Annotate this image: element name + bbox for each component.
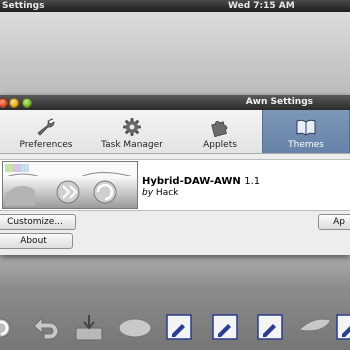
minimize-window-button[interactable] xyxy=(9,98,19,108)
undo-icon[interactable] xyxy=(30,314,62,340)
active-app-title: Settings xyxy=(2,1,45,11)
edit-icon[interactable] xyxy=(212,314,238,340)
settings-toolbar: Preferences Task Manager Applets Themes xyxy=(0,110,350,154)
tab-applets-label: Applets xyxy=(203,140,237,150)
window-title: Awn Settings xyxy=(245,97,313,107)
edit-icon[interactable] xyxy=(257,314,283,340)
customize-button[interactable]: Customize... xyxy=(0,214,76,230)
leaf-icon[interactable] xyxy=(297,314,333,336)
about-button[interactable]: About xyxy=(0,233,73,249)
themes-panel: Hybrid-DAW-AWN 1.1 by Hack Customize... … xyxy=(0,154,350,255)
background-window xyxy=(0,12,350,96)
book-icon xyxy=(296,119,316,136)
awn-dock xyxy=(0,312,350,350)
top-panel: Settings Wed 7:15 AM xyxy=(0,0,350,12)
refresh-icon[interactable] xyxy=(0,314,14,340)
tab-themes-label: Themes xyxy=(288,140,324,150)
theme-version: 1.1 xyxy=(244,176,261,187)
tab-preferences[interactable]: Preferences xyxy=(2,110,90,153)
theme-author-line: by Hack xyxy=(142,188,178,198)
gear-icon xyxy=(123,118,141,136)
window-titlebar[interactable]: Awn Settings xyxy=(0,95,350,110)
tab-task-manager-label: Task Manager xyxy=(101,140,163,150)
tab-themes[interactable]: Themes xyxy=(262,110,350,153)
apply-button[interactable]: Ap xyxy=(318,214,350,230)
theme-author: Hack xyxy=(155,188,179,198)
tab-task-manager[interactable]: Task Manager xyxy=(92,110,172,153)
theme-preview-image xyxy=(2,161,138,209)
theme-title: Hybrid-DAW-AWN 1.1 xyxy=(142,176,260,187)
panel-clock[interactable]: Wed 7:15 AM xyxy=(228,0,295,12)
tab-preferences-label: Preferences xyxy=(19,140,73,150)
mouse-icon[interactable] xyxy=(117,314,153,338)
theme-by-label: by xyxy=(142,188,154,198)
theme-list-item[interactable]: Hybrid-DAW-AWN 1.1 by Hack xyxy=(0,159,350,211)
edit-icon[interactable] xyxy=(166,314,192,340)
tab-applets[interactable]: Applets xyxy=(180,110,260,153)
close-window-button[interactable] xyxy=(0,98,8,108)
maximize-window-button[interactable] xyxy=(22,98,32,108)
awn-settings-window: Awn Settings Preferences Task Manager Ap… xyxy=(0,95,350,255)
install-icon[interactable] xyxy=(73,314,105,342)
puzzle-icon xyxy=(211,121,228,137)
theme-name: Hybrid-DAW-AWN xyxy=(142,176,241,187)
edit-icon[interactable] xyxy=(336,314,350,340)
wrench-icon xyxy=(37,118,55,136)
